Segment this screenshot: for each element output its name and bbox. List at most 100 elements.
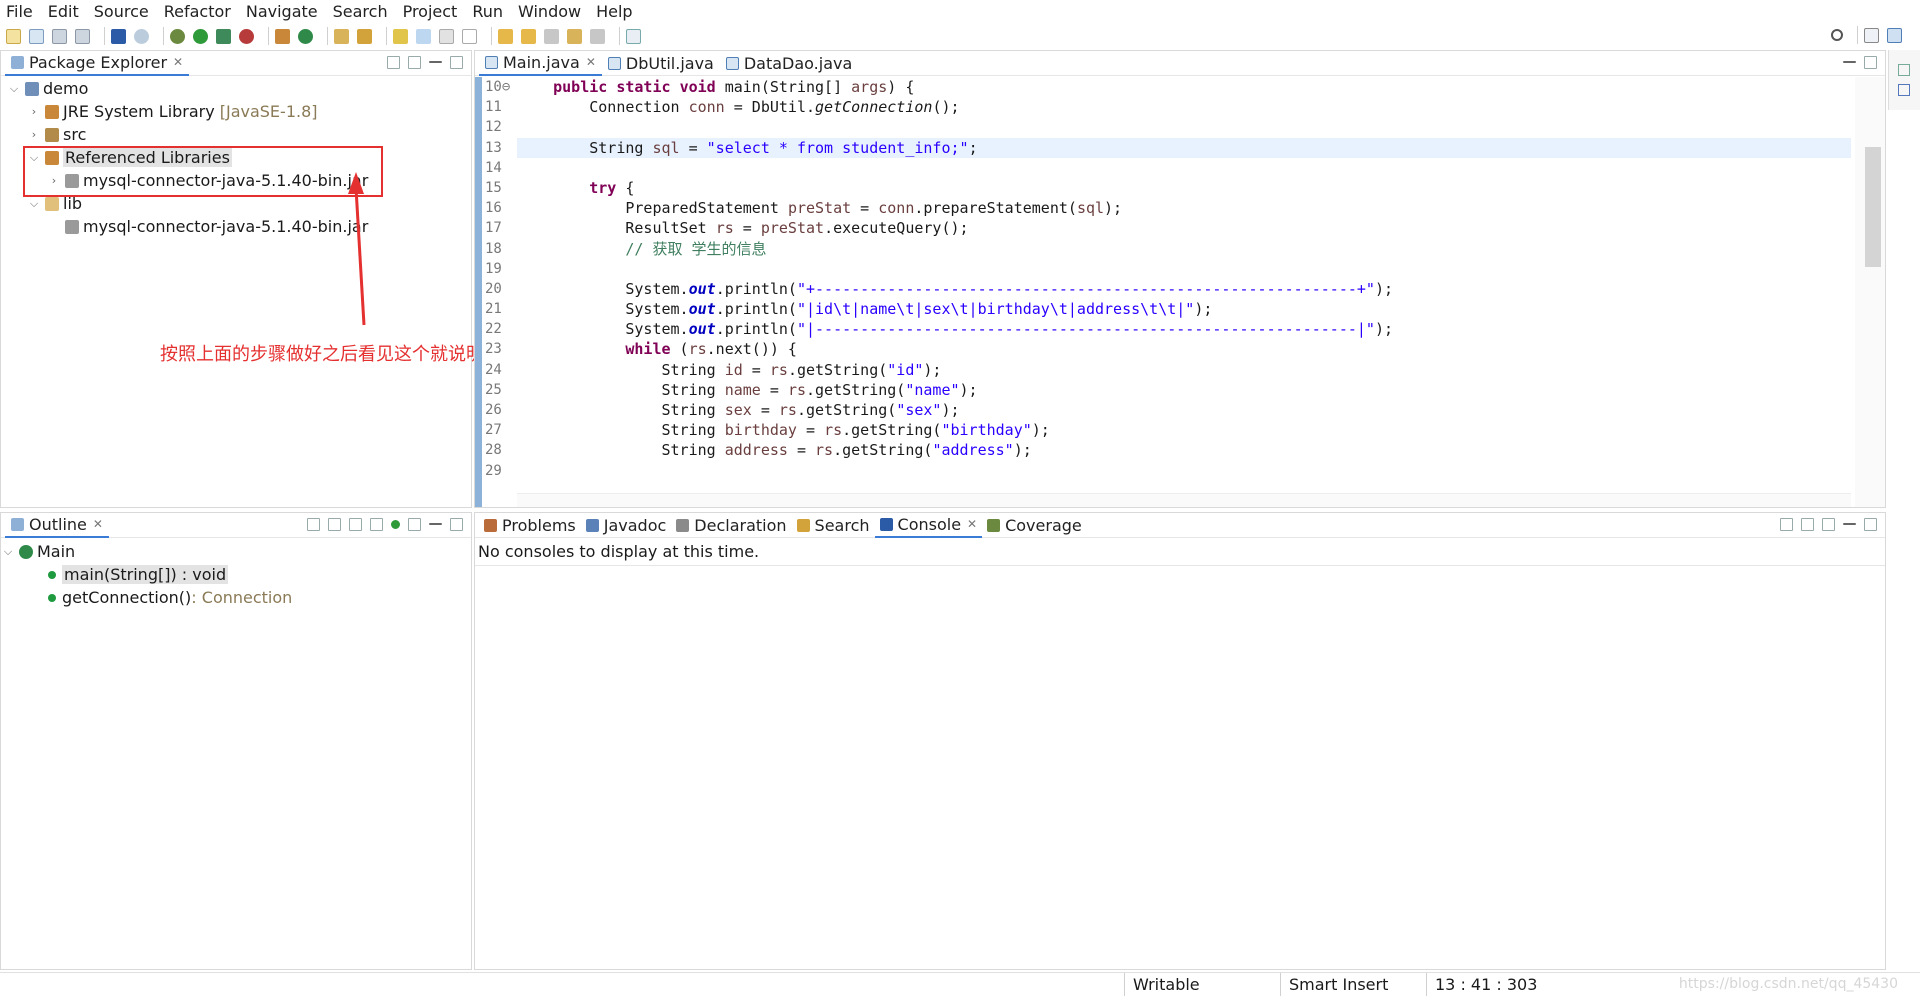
code-line[interactable] — [517, 158, 1851, 178]
tab-outline[interactable]: Outline ✕ — [5, 512, 109, 538]
menu-item-refactor[interactable]: Refactor — [164, 2, 231, 21]
show-whitespace-icon[interactable] — [462, 28, 477, 44]
code-line[interactable]: public static void main(String[] args) { — [517, 77, 1851, 97]
collapse-all-icon[interactable] — [307, 518, 320, 531]
skip-breakpoints-icon[interactable] — [134, 28, 149, 44]
code-line[interactable]: String sql = "select * from student_info… — [517, 137, 1851, 158]
code-line[interactable]: Connection conn = DbUtil.getConnection()… — [517, 97, 1851, 117]
menu-item-navigate[interactable]: Navigate — [246, 2, 318, 21]
minimize-icon[interactable] — [429, 61, 442, 63]
outline-root[interactable]: ⌵ Main — [1, 540, 471, 563]
save-icon[interactable] — [52, 28, 67, 44]
menu-item-source[interactable]: Source — [94, 2, 149, 21]
search-tool-icon[interactable] — [357, 28, 372, 44]
display-console-icon[interactable] — [1801, 518, 1814, 531]
sort-icon[interactable] — [328, 518, 341, 531]
minimize-icon[interactable] — [1843, 61, 1856, 63]
maximize-icon[interactable] — [450, 518, 463, 531]
vertical-scrollbar[interactable] — [1855, 77, 1885, 507]
tab-javadoc[interactable]: Javadoc — [581, 513, 672, 538]
tab-main-java[interactable]: Main.java ✕ — [479, 50, 602, 76]
menu-item-window[interactable]: Window — [518, 2, 581, 21]
search-icon[interactable] — [1831, 29, 1843, 41]
tab-problems[interactable]: Problems — [479, 513, 581, 538]
code-line[interactable]: System.out.println("+-------------------… — [517, 279, 1851, 299]
menu-item-file[interactable]: File — [6, 2, 33, 21]
code-line[interactable]: String birthday = rs.getString("birthday… — [517, 420, 1851, 440]
menu-item-help[interactable]: Help — [596, 2, 632, 21]
toggle-word-wrap-icon[interactable] — [416, 28, 431, 44]
tree-item[interactable]: › src — [1, 123, 471, 146]
tree-item[interactable]: ⌵ demo — [1, 77, 471, 100]
block-selection-icon[interactable] — [439, 28, 454, 44]
hide-fields-icon[interactable] — [349, 518, 362, 531]
open-file-icon[interactable] — [29, 28, 44, 44]
code-line[interactable] — [517, 117, 1851, 137]
java-perspective-icon[interactable] — [1887, 27, 1902, 43]
new-java-package-icon[interactable] — [275, 28, 290, 44]
tree-item[interactable]: › JRE System Library [JavaSE-1.8] — [1, 100, 471, 123]
hide-non-public-icon[interactable] — [391, 520, 400, 529]
minimize-icon[interactable] — [1843, 523, 1856, 525]
code-line[interactable]: System.out.println("|id\t|name\t|sex\t|b… — [517, 299, 1851, 319]
code-line[interactable]: PreparedStatement preStat = conn.prepare… — [517, 198, 1851, 218]
debug-icon[interactable] — [170, 28, 185, 44]
tab-package-explorer[interactable]: Package Explorer ✕ — [5, 50, 190, 76]
link-with-editor-icon[interactable] — [408, 56, 421, 69]
new-java-class-icon[interactable] — [298, 28, 313, 44]
tree-item[interactable]: mysql-connector-java-5.1.40-bin.jar — [1, 215, 471, 238]
tab-declaration[interactable]: Declaration — [671, 513, 791, 538]
code-area[interactable]: public static void main(String[] args) {… — [517, 77, 1851, 481]
code-line[interactable]: String id = rs.getString("id"); — [517, 360, 1851, 380]
open-perspective-icon[interactable] — [1864, 27, 1879, 43]
outline-item[interactable]: main(String[]) : void — [1, 563, 471, 586]
code-line[interactable]: String name = rs.getString("name"); — [517, 380, 1851, 400]
task-list-icon[interactable] — [1898, 84, 1910, 96]
chevron-right-icon[interactable]: › — [27, 128, 41, 141]
code-line[interactable]: System.out.println("|-------------------… — [517, 319, 1851, 339]
tab-coverage[interactable]: Coverage — [982, 513, 1087, 538]
hide-local-types-icon[interactable] — [408, 518, 421, 531]
menu-item-run[interactable]: Run — [472, 2, 503, 21]
hide-static-icon[interactable] — [370, 518, 383, 531]
back-icon[interactable] — [567, 28, 582, 44]
code-line[interactable]: // 获取 学生的信息 — [517, 239, 1851, 259]
restore-icon[interactable] — [1898, 64, 1910, 76]
close-icon[interactable]: ✕ — [586, 55, 596, 69]
tab-search[interactable]: Search — [792, 513, 875, 538]
close-icon[interactable]: ✕ — [93, 517, 103, 531]
chevron-right-icon[interactable]: › — [27, 105, 41, 118]
code-line[interactable]: ResultSet rs = preStat.executeQuery(); — [517, 218, 1851, 238]
open-type-icon[interactable] — [334, 28, 349, 44]
code-line[interactable] — [517, 259, 1851, 279]
scrollbar-thumb[interactable] — [1865, 147, 1881, 267]
code-line[interactable] — [517, 461, 1851, 481]
maximize-icon[interactable] — [450, 56, 463, 69]
outline-item[interactable]: getConnection() : Connection — [1, 586, 471, 609]
chevron-down-icon[interactable]: ⌵ — [7, 82, 21, 96]
chevron-down-icon[interactable]: ⌵ — [27, 197, 41, 211]
close-icon[interactable]: ✕ — [173, 55, 183, 69]
code-line[interactable]: while (rs.next()) { — [517, 339, 1851, 359]
tab-console[interactable]: Console ✕ — [874, 512, 983, 538]
tab-dbutil-java[interactable]: DbUtil.java — [602, 51, 720, 76]
save-all-icon[interactable] — [75, 28, 90, 44]
last-edit-location-icon[interactable] — [544, 28, 559, 44]
close-icon[interactable]: ✕ — [967, 517, 977, 531]
pin-console-icon[interactable] — [1780, 518, 1793, 531]
code-line[interactable]: String address = rs.getString("address")… — [517, 440, 1851, 460]
terminal-icon[interactable] — [111, 28, 126, 44]
code-line[interactable]: String sex = rs.getString("sex"); — [517, 400, 1851, 420]
pin-editor-icon[interactable] — [626, 28, 641, 44]
external-tools-icon[interactable] — [239, 28, 254, 44]
toggle-mark-occurrences-icon[interactable] — [393, 28, 408, 44]
maximize-icon[interactable] — [1864, 56, 1877, 69]
minimize-icon[interactable] — [429, 523, 442, 525]
previous-annotation-icon[interactable] — [521, 28, 536, 44]
chevron-down-icon[interactable]: ⌵ — [1, 545, 15, 559]
menu-item-edit[interactable]: Edit — [48, 2, 79, 21]
tab-datadao-java[interactable]: DataDao.java — [720, 51, 858, 76]
maximize-icon[interactable] — [1864, 518, 1877, 531]
coverage-icon[interactable] — [216, 28, 231, 44]
horizontal-scrollbar[interactable] — [517, 493, 1851, 507]
